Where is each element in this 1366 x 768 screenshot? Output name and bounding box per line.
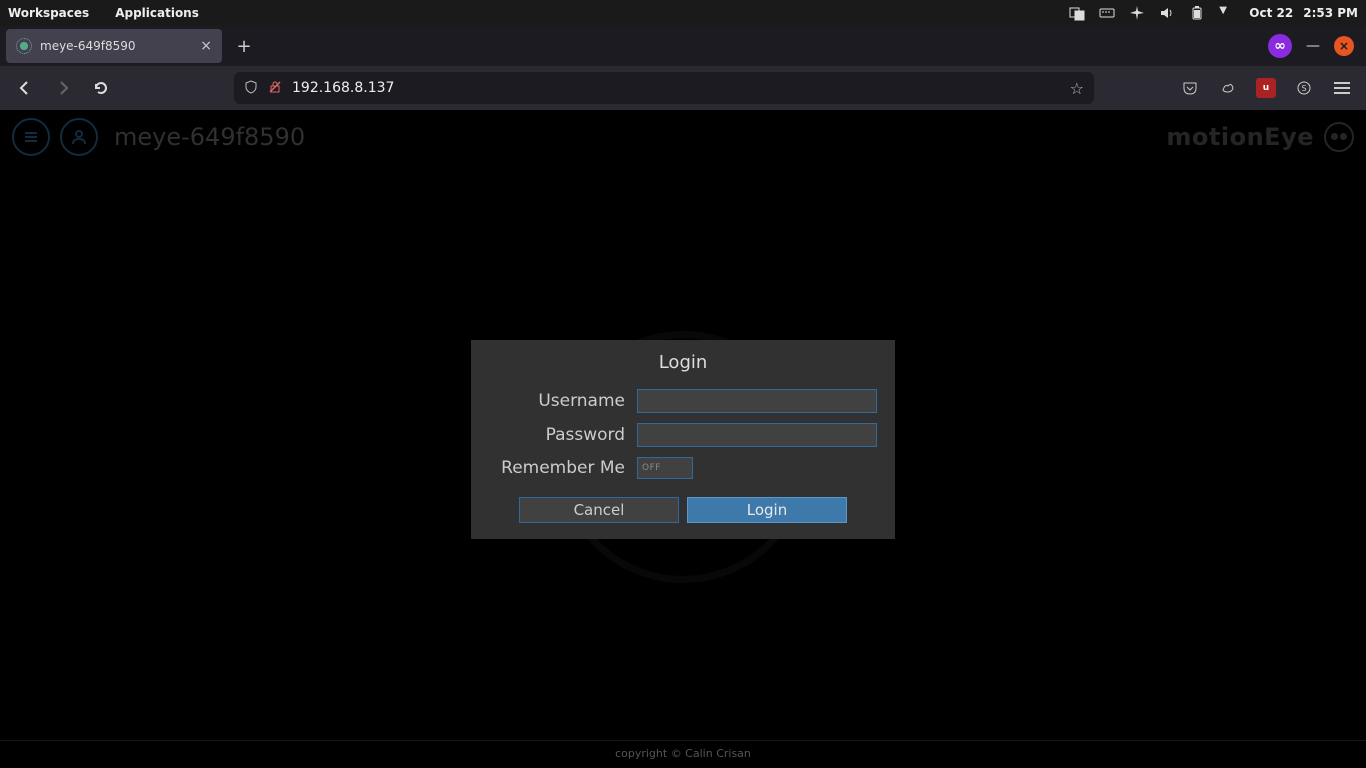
forward-button <box>48 73 78 103</box>
volume-icon[interactable] <box>1159 5 1175 21</box>
tray-app-icon[interactable] <box>1069 5 1085 21</box>
extension-burp-icon[interactable] <box>1218 78 1238 98</box>
password-label: Password <box>489 425 637 445</box>
tab-title: meye-649f8590 <box>40 39 136 53</box>
airplane-mode-icon[interactable] <box>1129 5 1145 21</box>
url-bar[interactable]: 192.168.8.137 ☆ <box>234 72 1094 104</box>
browser-window: meye-649f8590 × + ∞ — × 192.168.8.137 <box>0 26 1366 768</box>
tab-strip: meye-649f8590 × + ∞ — × <box>0 26 1366 66</box>
footer: copyright © Calin Crisan <box>0 740 1366 760</box>
login-button[interactable]: Login <box>687 497 847 523</box>
reload-button[interactable] <box>86 73 116 103</box>
system-tray: ▼ <box>1069 5 1235 21</box>
new-tab-button[interactable]: + <box>230 32 258 60</box>
window-minimize-button[interactable]: — <box>1304 37 1322 55</box>
panel-time: 2:53 PM <box>1303 6 1358 20</box>
cancel-button[interactable]: Cancel <box>519 497 679 523</box>
svg-text:S: S <box>1301 84 1306 93</box>
toggle-state: OFF <box>638 463 666 473</box>
modal-overlay: Login Username Password Remember Me OFF <box>0 110 1366 768</box>
panel-date: Oct 22 <box>1249 6 1293 20</box>
remember-me-label: Remember Me <box>489 458 637 478</box>
insecure-lock-icon[interactable] <box>268 79 282 98</box>
battery-icon[interactable] <box>1189 5 1205 21</box>
browser-toolbar: 192.168.8.137 ☆ u S <box>0 66 1366 110</box>
chevron-down-icon[interactable]: ▼ <box>1219 5 1235 21</box>
username-input[interactable] <box>637 389 877 413</box>
panel-clock[interactable]: Oct 22 2:53 PM <box>1249 6 1358 20</box>
page-content: meye-649f8590 motionEye Login Username <box>0 110 1366 768</box>
keyboard-icon[interactable] <box>1099 5 1115 21</box>
url-text: 192.168.8.137 <box>292 80 1060 96</box>
window-close-button[interactable]: × <box>1334 36 1354 56</box>
tab-close-button[interactable]: × <box>200 38 212 54</box>
back-button[interactable] <box>10 73 40 103</box>
panel-workspaces[interactable]: Workspaces <box>8 6 89 20</box>
username-label: Username <box>489 391 637 411</box>
ublock-icon[interactable]: u <box>1256 78 1276 98</box>
password-input[interactable] <box>637 423 877 447</box>
login-dialog: Login Username Password Remember Me OFF <box>471 340 895 539</box>
noscript-icon[interactable]: S <box>1294 78 1314 98</box>
app-menu-button[interactable] <box>1332 78 1352 98</box>
desktop-panel: Workspaces Applications ▼ Oct 22 2:53 PM <box>0 0 1366 26</box>
shield-icon[interactable] <box>244 79 258 98</box>
bookmark-star-icon[interactable]: ☆ <box>1070 79 1084 98</box>
panel-applications[interactable]: Applications <box>115 6 199 20</box>
extension-icon[interactable]: ∞ <box>1268 34 1292 58</box>
dialog-title: Login <box>489 352 877 373</box>
remember-me-toggle[interactable]: OFF <box>637 457 693 479</box>
browser-tab[interactable]: meye-649f8590 × <box>6 29 222 63</box>
toggle-knob <box>666 458 692 478</box>
favicon-icon <box>16 38 32 54</box>
pocket-icon[interactable] <box>1180 78 1200 98</box>
